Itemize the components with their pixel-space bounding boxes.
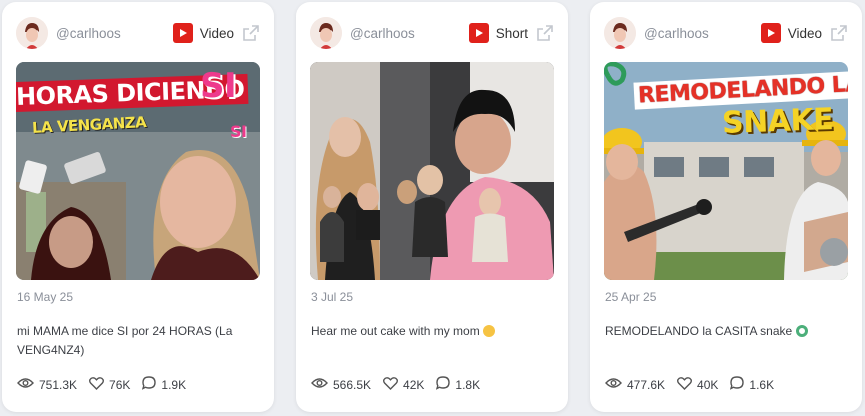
comment-icon	[436, 376, 451, 393]
eye-icon	[605, 377, 622, 392]
views-count: 751.3K	[39, 377, 78, 392]
likes-stat: 40K	[677, 376, 719, 393]
likes-stat: 76K	[89, 376, 131, 393]
thumbnail-accent-small: SI	[230, 122, 247, 141]
video-card[interactable]: @carlhoos Short 3 Jul 25 Hear me out cak…	[296, 2, 568, 412]
comments-stat: 1.6K	[730, 376, 774, 393]
stats-row: 477.6K 40K 1.6K	[605, 376, 847, 393]
views-count: 477.6K	[627, 377, 666, 392]
avatar[interactable]	[310, 17, 342, 49]
content-type-badge: Short	[468, 23, 528, 43]
avatar[interactable]	[604, 17, 636, 49]
youtube-icon	[760, 23, 781, 43]
external-link-icon[interactable]	[536, 24, 554, 42]
content-type-badge: Video	[172, 23, 234, 43]
likes-count: 40K	[697, 377, 719, 392]
card-header: @carlhoos Video	[16, 16, 260, 50]
publish-date: 3 Jul 25	[311, 290, 354, 304]
comment-icon	[142, 376, 157, 393]
views-stat: 477.6K	[605, 377, 665, 392]
snake-emoji-icon	[795, 325, 808, 337]
content-type-badge: Video	[760, 23, 822, 43]
publish-date: 16 May 25	[17, 290, 74, 304]
channel-handle[interactable]: @carlhoos	[56, 26, 173, 41]
video-caption: Hear me out cake with my mom	[311, 322, 552, 341]
views-stat: 566.5K	[311, 377, 371, 392]
content-type-label: Video	[787, 25, 822, 41]
comments-count: 1.8K	[455, 377, 481, 392]
likes-stat: 42K	[383, 376, 425, 393]
video-thumbnail[interactable]: HORAS DICIENDO LA VENGANZA SI SI	[16, 62, 260, 280]
video-caption: REMODELANDO la CASITA snake	[605, 322, 846, 341]
caption-text: Hear me out cake with my mom	[311, 324, 480, 338]
thumbnail-accent: SI	[200, 66, 237, 106]
comments-stat: 1.9K	[142, 376, 186, 393]
eye-icon	[17, 377, 34, 392]
likes-count: 42K	[403, 377, 425, 392]
tongue-face-emoji-icon	[483, 325, 496, 337]
youtube-icon	[468, 23, 489, 43]
views-count: 566.5K	[333, 377, 372, 392]
eye-icon	[311, 377, 328, 392]
video-card[interactable]: @carlhoos Video HORAS DICIENDO LA VENGAN…	[2, 2, 274, 412]
thumbnail-subtitle: SNAKE	[721, 102, 834, 141]
video-caption: mi MAMA me dice SI por 24 HORAS (La VENG…	[17, 324, 233, 357]
comment-icon	[730, 376, 745, 393]
video-card[interactable]: @carlhoos Video REMODELANDO LA SNAKE 25 …	[590, 2, 862, 412]
video-thumbnail[interactable]	[310, 62, 554, 280]
caption-text: REMODELANDO la CASITA snake	[605, 324, 793, 338]
youtube-icon	[172, 23, 193, 43]
card-header: @carlhoos Video	[604, 16, 848, 50]
card-header: @carlhoos Short	[310, 16, 554, 50]
comments-stat: 1.8K	[436, 376, 480, 393]
publish-date: 25 Apr 25	[605, 290, 657, 304]
comments-count: 1.6K	[749, 377, 775, 392]
video-thumbnail[interactable]: REMODELANDO LA C SNAKE	[604, 62, 848, 280]
content-type-label: Video	[199, 25, 234, 41]
content-type-label: Short	[495, 25, 528, 41]
stats-row: 566.5K 42K 1.8K	[311, 376, 553, 393]
external-link-icon[interactable]	[242, 24, 260, 42]
heart-icon	[677, 376, 693, 393]
external-link-icon[interactable]	[830, 24, 848, 42]
stats-row: 751.3K 76K 1.9K	[17, 376, 259, 393]
channel-handle[interactable]: @carlhoos	[350, 26, 469, 41]
likes-count: 76K	[109, 377, 131, 392]
avatar[interactable]	[16, 17, 48, 49]
comments-count: 1.9K	[161, 377, 187, 392]
channel-handle[interactable]: @carlhoos	[644, 26, 761, 41]
heart-icon	[383, 376, 399, 393]
heart-icon	[89, 376, 105, 393]
views-stat: 751.3K	[17, 377, 77, 392]
